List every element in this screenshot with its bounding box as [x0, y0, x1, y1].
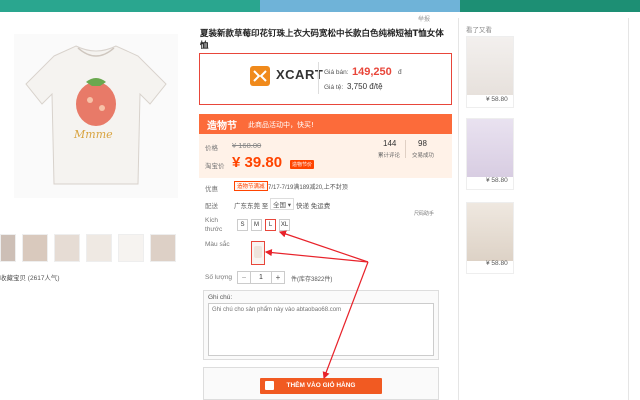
- note-textarea[interactable]: [208, 303, 434, 356]
- product-title: 夏装新款草莓印花钉珠上衣大码宽松中长款白色纯棉短袖T恤女体恤: [200, 29, 444, 51]
- size-label: Kích thước: [205, 217, 223, 233]
- discount-text: 7/17-7/19满189减20,上不封顶: [268, 185, 348, 191]
- report-link[interactable]: 举报: [418, 14, 430, 23]
- sales-count: 98: [418, 139, 427, 148]
- size-option-s[interactable]: S: [237, 219, 248, 231]
- divider: [405, 140, 406, 158]
- add-to-cart-label: THÊM VÀO GIỎ HÀNG: [286, 382, 356, 389]
- sidebar-divider: [458, 18, 459, 400]
- promo-text: 此商品活动中，快买!: [248, 121, 314, 129]
- quantity-label: Số lượng: [205, 274, 233, 281]
- shipping-origin: 广东东莞 至: [234, 203, 269, 210]
- size-helper-link[interactable]: 尺码助手: [414, 210, 434, 217]
- cart-icon: [265, 381, 274, 390]
- thumbnail[interactable]: [22, 234, 48, 262]
- current-price-label: 淘宝价: [205, 163, 225, 170]
- size-option-l[interactable]: L: [265, 219, 276, 231]
- current-price-value: ¥ 39.80: [232, 154, 283, 171]
- sell-price-unit: đ: [398, 69, 402, 76]
- shipping-method: 快递 免运费: [296, 203, 331, 210]
- thumbnail[interactable]: [86, 234, 112, 262]
- quantity-increment-button[interactable]: +: [271, 271, 285, 284]
- sales-count-label: 交易成功: [412, 153, 435, 159]
- note-label: Ghi chú:: [208, 294, 233, 301]
- recommend-price: ¥ 58.80: [486, 96, 508, 103]
- sidebar-title: 看了又看: [466, 27, 492, 34]
- promo-badge: 造物节: [207, 121, 237, 132]
- sell-price-label: Giá bán:: [324, 69, 349, 76]
- discount-tag: 造物节满减: [234, 181, 268, 191]
- thumbnail[interactable]: [150, 234, 176, 262]
- exchange-rate-value: 3,750 đ/tệ: [347, 82, 383, 91]
- shipping-label: 配送: [205, 203, 218, 210]
- xcart-logo-text: XCART: [276, 67, 324, 82]
- color-label: Màu sắc: [205, 241, 230, 248]
- price-tag-badge: 造物节价: [290, 160, 315, 169]
- quantity-decrement-button[interactable]: −: [237, 271, 251, 284]
- xcart-price-box: [199, 53, 452, 105]
- review-count[interactable]: 144: [383, 139, 396, 148]
- recommend-price: ¥ 58.80: [486, 177, 508, 184]
- svg-text:Mmme: Mmme: [73, 128, 113, 141]
- review-count-label: 累计评论: [378, 153, 401, 159]
- add-to-cart-button[interactable]: THÊM VÀO GIỎ HÀNG: [260, 378, 382, 394]
- product-main-image: Mmme: [14, 34, 178, 198]
- original-price-label: 价格: [205, 145, 218, 152]
- thumbnail-strip: [0, 234, 178, 264]
- color-option-white[interactable]: [251, 241, 265, 265]
- sell-price-value: 149,250: [352, 66, 392, 78]
- thumbnail[interactable]: [118, 234, 144, 262]
- thumbnail[interactable]: [0, 234, 16, 262]
- recommend-price: ¥ 58.80: [486, 260, 508, 267]
- scrollbar[interactable]: [628, 18, 629, 400]
- size-option-xl[interactable]: XL: [279, 219, 290, 231]
- stock-info: 件(库存3822件): [291, 277, 333, 283]
- favorites-count[interactable]: 收藏宝贝 (2617人气): [0, 272, 60, 282]
- discount-label: 优惠: [205, 186, 218, 193]
- size-option-m[interactable]: M: [251, 219, 262, 231]
- thumbnail[interactable]: [54, 234, 80, 262]
- shipping-destination-select[interactable]: 全国 ▾: [270, 198, 295, 210]
- top-banner: [0, 0, 640, 12]
- divider: [318, 62, 319, 94]
- exchange-rate-label: Giá tệ:: [324, 84, 344, 91]
- original-price-value: ¥ 168.00: [232, 141, 262, 150]
- xcart-logo-icon: [250, 66, 270, 86]
- quantity-input[interactable]: 1: [251, 271, 271, 284]
